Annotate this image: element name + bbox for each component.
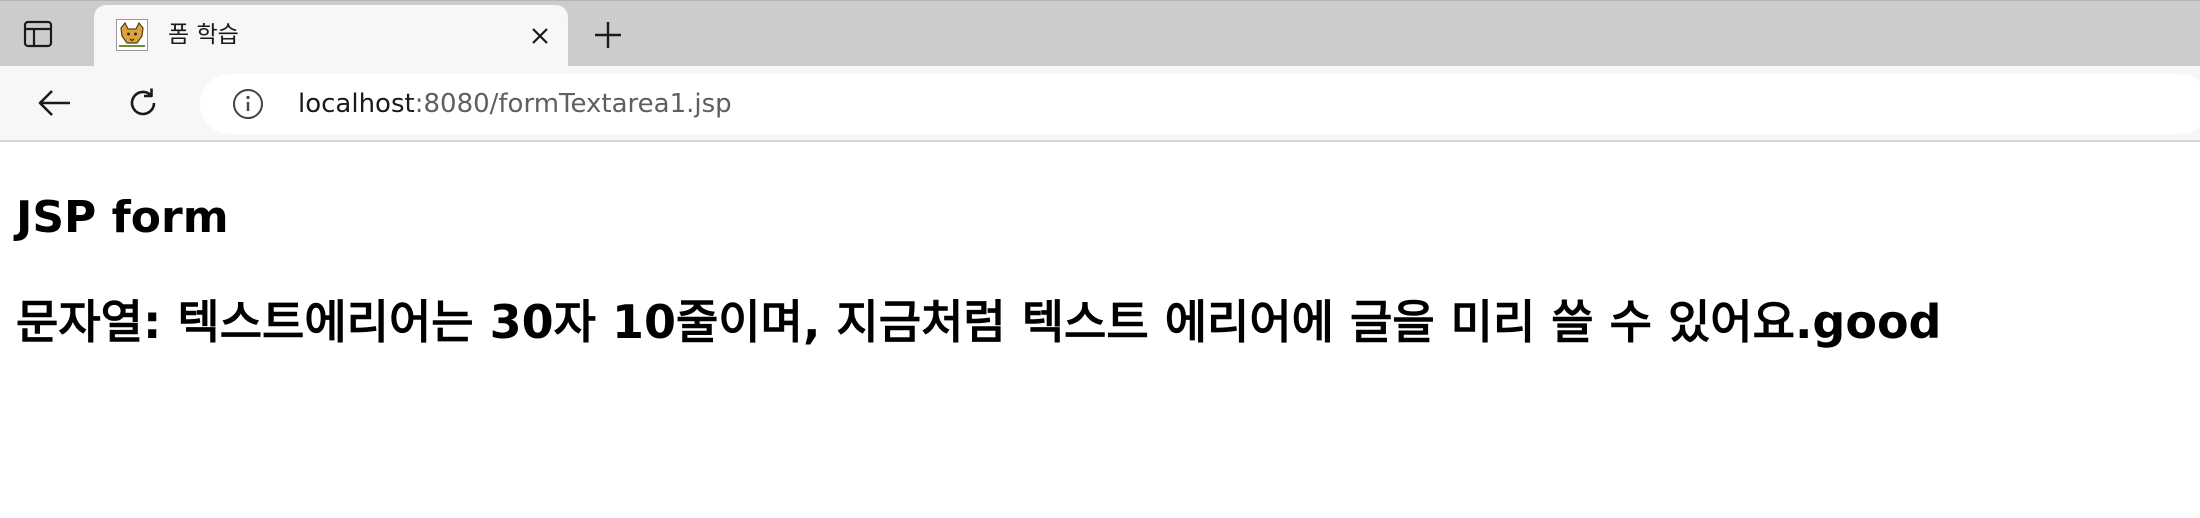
page-title: JSP form [16, 192, 229, 243]
tab-actions-button[interactable] [22, 19, 54, 49]
tab-title: 폼 학습 [168, 22, 239, 48]
tab-strip: 폼 학습 [0, 0, 2200, 67]
result-text: 문자열: 텍스트에리어는 30자 10줄이며, 지금처럼 텍스트 에리어에 글을… [16, 295, 1942, 349]
reload-button[interactable] [122, 82, 164, 124]
browser-window: 폼 학습 localhost:8080/formTextarea1.jsp JS… [0, 0, 2200, 518]
tab-active[interactable]: 폼 학습 [94, 5, 568, 67]
tab-actions-icon [23, 20, 53, 48]
back-button[interactable] [34, 82, 76, 124]
reload-icon [130, 88, 156, 116]
url-path: :8080/formTextarea1.jsp [414, 89, 732, 119]
close-icon [532, 28, 548, 44]
tab-close-button[interactable] [526, 22, 554, 50]
url-text[interactable]: localhost:8080/formTextarea1.jsp [298, 86, 732, 122]
site-info-button[interactable] [232, 88, 264, 120]
page-content: JSP form 문자열: 텍스트에리어는 30자 10줄이며, 지금처럼 텍스… [0, 142, 2200, 518]
back-arrow-icon [38, 90, 70, 116]
address-bar[interactable]: localhost:8080/formTextarea1.jsp [200, 74, 2200, 134]
info-icon [233, 89, 263, 119]
browser-toolbar: localhost:8080/formTextarea1.jsp [0, 66, 2200, 142]
plus-icon [595, 22, 621, 48]
new-tab-button[interactable] [590, 17, 626, 53]
tomcat-icon [116, 19, 148, 51]
url-host: localhost [298, 89, 415, 119]
